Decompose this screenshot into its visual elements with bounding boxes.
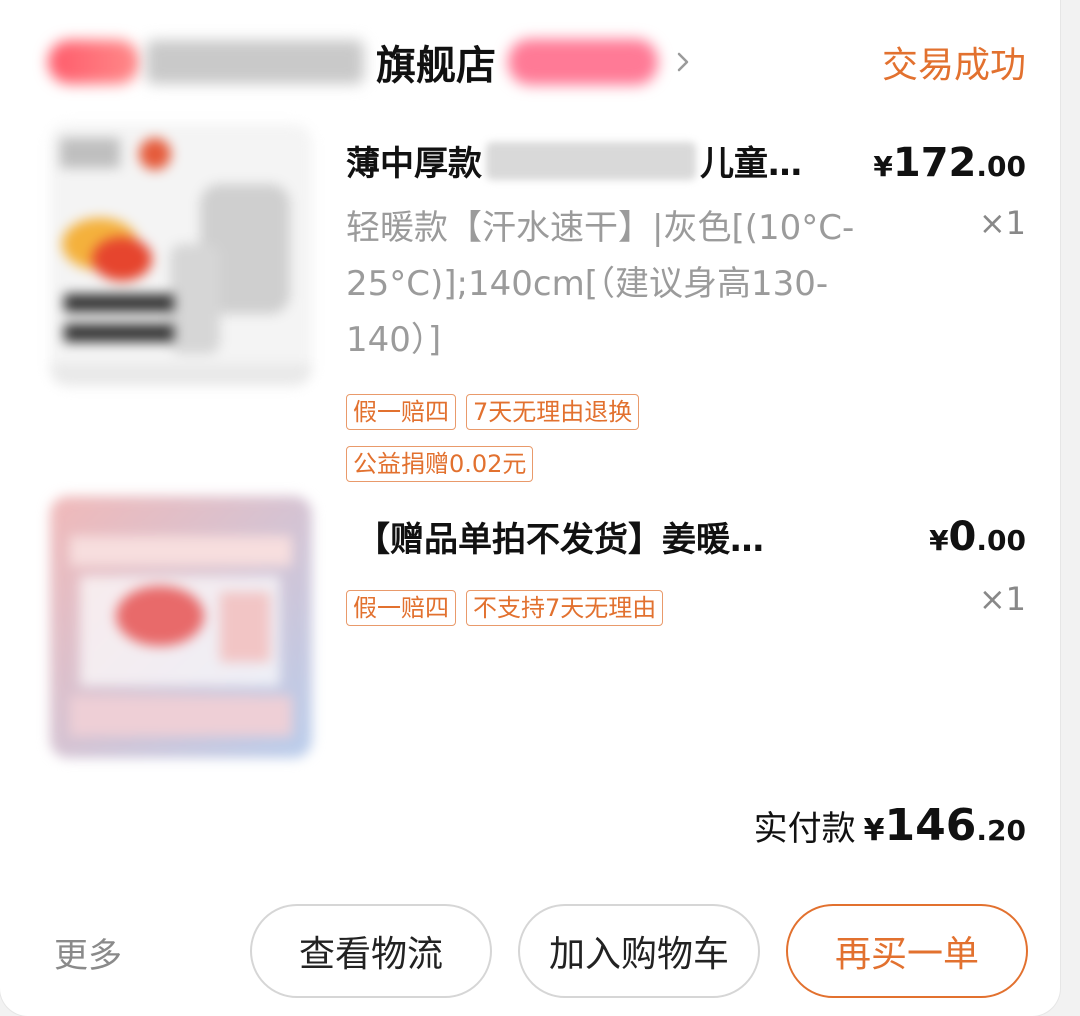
rebuy-button[interactable]: 再买一单: [786, 904, 1028, 998]
item-tags: 公益捐赠0.02元: [346, 446, 534, 482]
total-paid: 实付款 ¥ 146 .20: [753, 800, 1026, 851]
store-name: 旗舰店: [376, 43, 496, 89]
item-thumbnail[interactable]: [50, 496, 312, 758]
item-title[interactable]: 薄中厚款 儿童…: [346, 136, 802, 185]
item-price: ¥172.00: [873, 140, 1026, 186]
tag: 7天无理由退换: [466, 394, 640, 430]
tag: 公益捐赠0.02元: [346, 446, 534, 482]
total-label: 实付款: [753, 809, 856, 849]
item-thumbnail[interactable]: [50, 124, 312, 386]
order-status: 交易成功: [881, 45, 1026, 86]
view-logistics-button[interactable]: 查看物流: [250, 904, 492, 998]
item-title[interactable]: 【赠品单拍不发货】姜暖…: [356, 512, 764, 561]
store-header[interactable]: 旗舰店: [48, 34, 694, 90]
item-quantity: ×1: [978, 580, 1026, 618]
item-quantity: ×1: [978, 204, 1026, 242]
item-tags: 假一赔四 7天无理由退换: [346, 394, 640, 430]
more-button[interactable]: 更多: [54, 928, 122, 977]
item-price: ¥0.00: [929, 514, 1026, 560]
item-tags: 假一赔四 不支持7天无理由: [346, 590, 664, 626]
tag: 假一赔四: [346, 394, 456, 430]
chevron-right-icon[interactable]: [672, 51, 694, 73]
order-card: 旗舰店 交易成功 薄中厚款 儿童… ¥172.00 ×1 轻暖款【汗水速干】|灰…: [0, 0, 1060, 1016]
add-to-cart-button[interactable]: 加入购物车: [518, 904, 760, 998]
store-brand-blurred: [146, 40, 364, 84]
store-badge-blurred: [508, 39, 658, 85]
brand-blurred: [486, 141, 696, 180]
tag: 假一赔四: [346, 590, 456, 626]
item-spec: 轻暖款【汗水速干】|灰色[(10°C-25°C)];140cm[（建议身高130…: [346, 208, 855, 360]
store-logo-blurred: [48, 40, 140, 84]
tag: 不支持7天无理由: [466, 590, 664, 626]
